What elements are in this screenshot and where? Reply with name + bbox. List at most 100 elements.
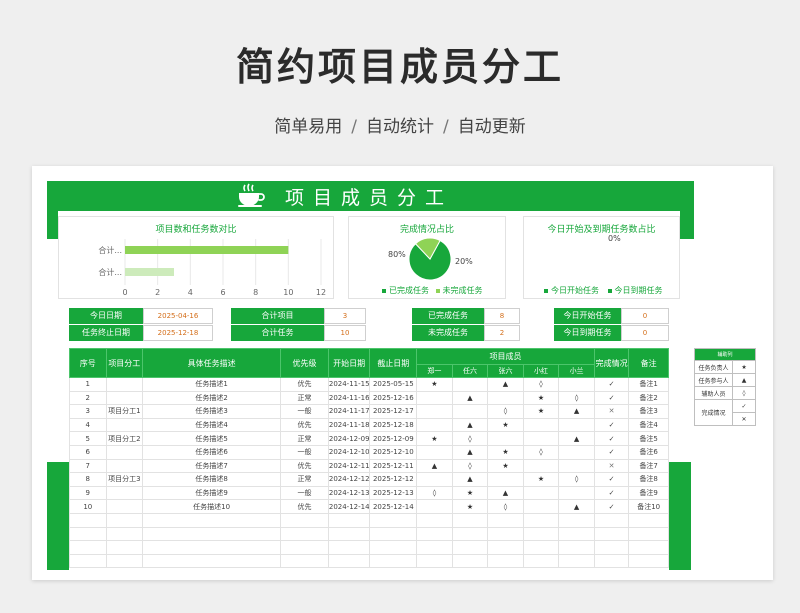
- cell-empty[interactable]: [142, 540, 282, 555]
- cell-member-role[interactable]: ◊: [558, 390, 595, 406]
- cell-empty[interactable]: [558, 526, 595, 542]
- cell-project[interactable]: [105, 390, 144, 406]
- cell-start[interactable]: 2024-12-09: [327, 431, 371, 446]
- cell-member-role[interactable]: [416, 499, 453, 514]
- cell-project[interactable]: [105, 444, 144, 460]
- cell-member-role[interactable]: ★: [487, 417, 524, 433]
- cell-member-role[interactable]: [416, 417, 453, 433]
- cell-member-role[interactable]: [558, 377, 595, 392]
- cell-empty[interactable]: [369, 540, 418, 555]
- cell-member-role[interactable]: [451, 377, 489, 392]
- cell-member-role[interactable]: [558, 485, 595, 501]
- cell-member-role[interactable]: ★: [522, 404, 560, 419]
- col-member[interactable]: 任六: [451, 364, 489, 378]
- col-desc[interactable]: 具体任务描述: [142, 348, 282, 378]
- cell-no[interactable]: 3: [69, 404, 107, 419]
- cell-empty[interactable]: [369, 526, 418, 542]
- cell-desc[interactable]: 任务描述9: [142, 485, 282, 501]
- cell-member-role[interactable]: ▲: [451, 390, 489, 406]
- cell-empty[interactable]: [628, 540, 669, 555]
- cell-member-role[interactable]: ▲: [487, 377, 524, 392]
- cell-member-role[interactable]: [451, 404, 489, 419]
- col-status[interactable]: 完成情况: [593, 348, 630, 378]
- col-member[interactable]: 小红: [522, 364, 560, 378]
- cell-desc[interactable]: 任务描述3: [142, 404, 282, 419]
- cell-empty[interactable]: [416, 553, 453, 569]
- cell-empty[interactable]: [522, 512, 560, 528]
- cell-project[interactable]: [105, 485, 144, 501]
- cell-end[interactable]: 2025-12-09: [369, 431, 418, 446]
- cell-member-role[interactable]: [416, 404, 453, 419]
- cell-note[interactable]: 备注2: [628, 390, 669, 406]
- cell-member-role[interactable]: [522, 431, 560, 446]
- cell-member-role[interactable]: ★: [416, 377, 453, 392]
- cell-empty[interactable]: [451, 526, 489, 542]
- col-end[interactable]: 截止日期: [369, 348, 418, 378]
- cell-member-role[interactable]: [558, 417, 595, 433]
- cell-empty[interactable]: [105, 540, 144, 555]
- cell-no[interactable]: 2: [69, 390, 107, 406]
- cell-start[interactable]: 2024-12-10: [327, 444, 371, 460]
- cell-empty[interactable]: [369, 512, 418, 528]
- cell-empty[interactable]: [69, 540, 107, 555]
- cell-desc[interactable]: 任务描述4: [142, 417, 282, 433]
- cell-project[interactable]: 项目分工3: [105, 472, 144, 487]
- col-project[interactable]: 项目分工: [105, 348, 144, 378]
- cell-priority[interactable]: 正常: [280, 431, 329, 446]
- cell-empty[interactable]: [280, 553, 329, 569]
- cell-empty[interactable]: [105, 553, 144, 569]
- cell-desc[interactable]: 任务描述2: [142, 390, 282, 406]
- cell-priority[interactable]: 优先: [280, 417, 329, 433]
- cell-status[interactable]: ✓: [593, 431, 630, 446]
- cell-member-role[interactable]: ▲: [451, 417, 489, 433]
- cell-member-role[interactable]: ▲: [416, 458, 453, 474]
- cell-empty[interactable]: [628, 553, 669, 569]
- cell-member-role[interactable]: ★: [522, 390, 560, 406]
- cell-member-role[interactable]: ★: [522, 472, 560, 487]
- cell-empty[interactable]: [593, 553, 630, 569]
- cell-priority[interactable]: 优先: [280, 458, 329, 474]
- cell-priority[interactable]: 一般: [280, 404, 329, 419]
- cell-empty[interactable]: [593, 540, 630, 555]
- cell-priority[interactable]: 正常: [280, 472, 329, 487]
- cell-member-role[interactable]: ★: [451, 499, 489, 514]
- cell-end[interactable]: 2025-12-18: [369, 417, 418, 433]
- col-member[interactable]: 郑一: [416, 364, 453, 378]
- cell-status[interactable]: ✓: [593, 444, 630, 460]
- cell-start[interactable]: 2024-11-18: [327, 417, 371, 433]
- cell-desc[interactable]: 任务描述8: [142, 472, 282, 487]
- col-member[interactable]: 小兰: [558, 364, 595, 378]
- cell-member-role[interactable]: ★: [451, 485, 489, 501]
- cell-member-role[interactable]: [487, 390, 524, 406]
- cell-member-role[interactable]: ▲: [451, 444, 489, 460]
- cell-member-role[interactable]: [416, 472, 453, 487]
- cell-status[interactable]: ✓: [593, 377, 630, 392]
- cell-member-role[interactable]: ◊: [451, 431, 489, 446]
- end-date-value[interactable]: 2025-12-18: [143, 325, 213, 341]
- cell-member-role[interactable]: ◊: [451, 458, 489, 474]
- cell-member-role[interactable]: [416, 390, 453, 406]
- cell-no[interactable]: 8: [69, 472, 107, 487]
- cell-start[interactable]: 2024-11-17: [327, 404, 371, 419]
- cell-member-role[interactable]: [522, 485, 560, 501]
- cell-no[interactable]: 9: [69, 485, 107, 501]
- cell-empty[interactable]: [327, 512, 371, 528]
- cell-note[interactable]: 备注7: [628, 458, 669, 474]
- cell-member-role[interactable]: [416, 444, 453, 460]
- cell-priority[interactable]: 一般: [280, 444, 329, 460]
- cell-member-role[interactable]: ▲: [487, 485, 524, 501]
- cell-member-role[interactable]: [522, 458, 560, 474]
- cell-empty[interactable]: [522, 540, 560, 555]
- cell-member-role[interactable]: [558, 444, 595, 460]
- cell-member-role[interactable]: [522, 417, 560, 433]
- cell-empty[interactable]: [628, 512, 669, 528]
- cell-note[interactable]: 备注4: [628, 417, 669, 433]
- col-no[interactable]: 序号: [69, 348, 107, 378]
- cell-project[interactable]: [105, 417, 144, 433]
- cell-end[interactable]: 2025-12-10: [369, 444, 418, 460]
- cell-empty[interactable]: [593, 512, 630, 528]
- cell-end[interactable]: 2025-12-17: [369, 404, 418, 419]
- cell-no[interactable]: 1: [69, 377, 107, 392]
- cell-no[interactable]: 5: [69, 431, 107, 446]
- col-members[interactable]: 项目成员: [416, 348, 595, 365]
